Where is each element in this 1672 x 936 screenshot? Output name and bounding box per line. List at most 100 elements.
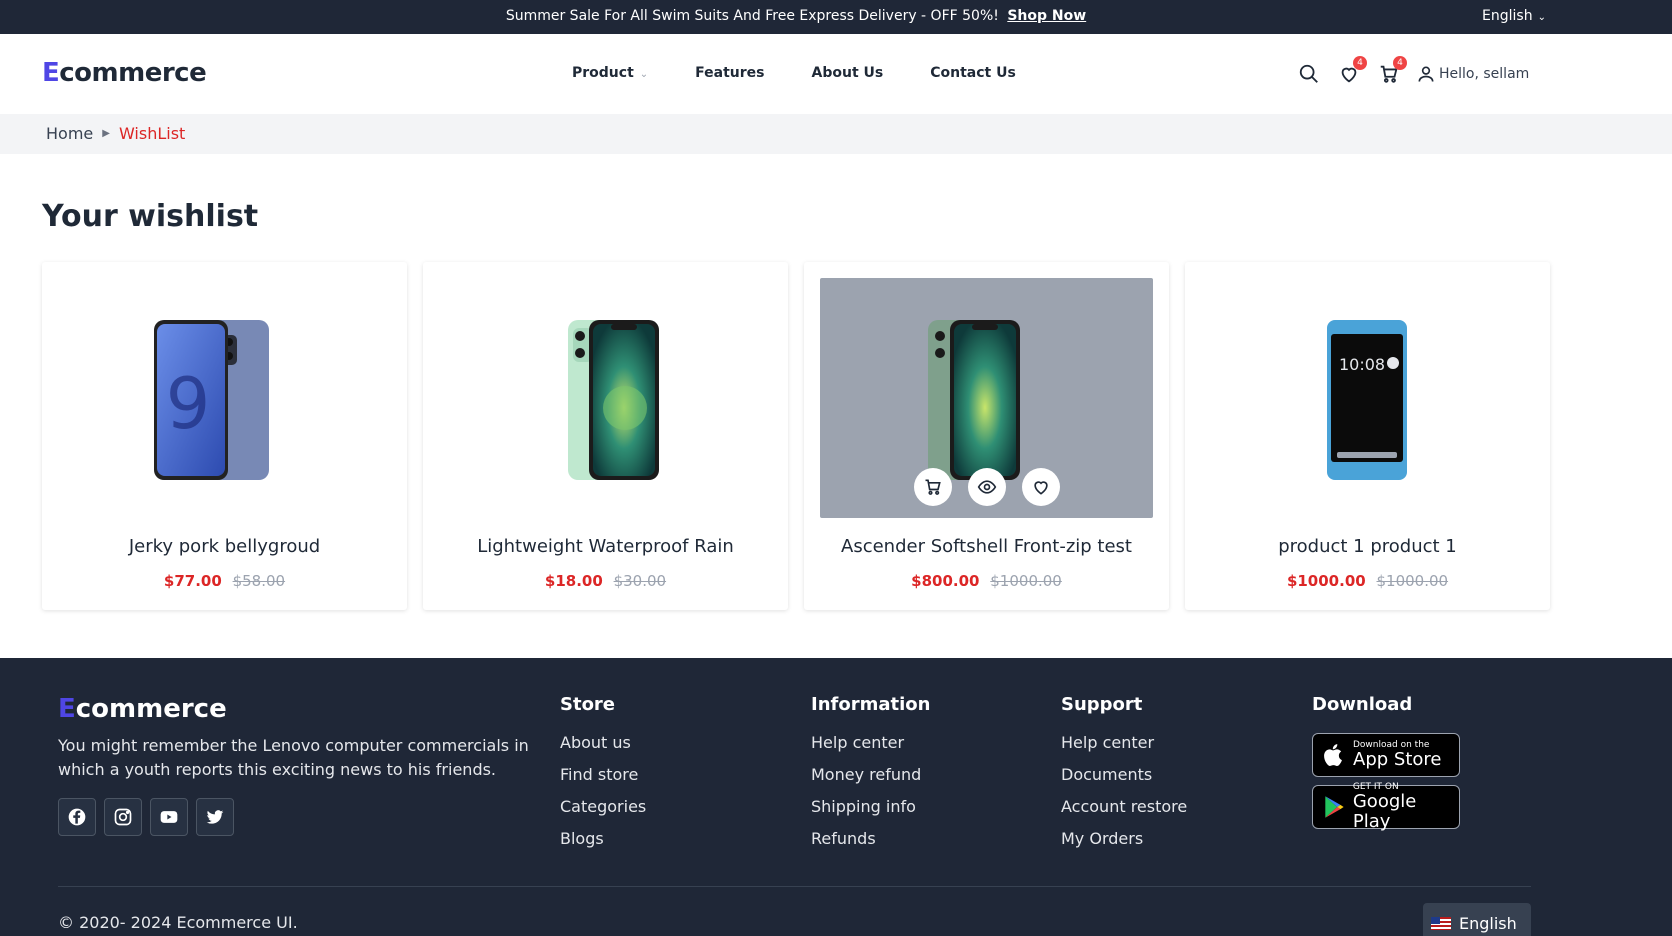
footer-link[interactable]: Shipping info xyxy=(811,797,930,819)
search-button[interactable] xyxy=(1296,60,1324,88)
nav-label: Features xyxy=(695,65,765,81)
nav-item-about[interactable]: About Us xyxy=(812,65,884,81)
footer-link[interactable]: Money refund xyxy=(811,765,930,787)
footer-column-download: Download Download on the App Store GET I… xyxy=(1312,694,1460,837)
product-name[interactable]: product 1 product 1 xyxy=(1185,536,1550,557)
wishlist-count-badge: 4 xyxy=(1353,56,1367,70)
product-price: $18.00 $30.00 xyxy=(423,572,788,590)
nav-label: Product xyxy=(572,65,634,81)
breadcrumb-home[interactable]: Home xyxy=(46,124,93,143)
footer-logo[interactable]: Ecommerce xyxy=(58,694,227,724)
instagram-icon xyxy=(114,808,132,826)
search-icon xyxy=(1299,64,1318,83)
nav-label: Contact Us xyxy=(930,65,1016,81)
apple-icon xyxy=(1324,744,1342,766)
footer-link[interactable]: Documents xyxy=(1061,765,1187,787)
samsung-phone-image: 9 xyxy=(154,320,269,480)
product-image[interactable] xyxy=(439,278,772,518)
logo-initial: E xyxy=(58,694,76,724)
remove-wishlist-button[interactable] xyxy=(1021,468,1060,506)
us-flag-icon xyxy=(1431,916,1451,930)
nav-item-contact[interactable]: Contact Us xyxy=(930,65,1016,81)
main-nav: Product ⌄ Features About Us Contact Us xyxy=(572,65,1063,81)
footer-column-store: Store About us Find store Categories Blo… xyxy=(560,694,646,861)
twitter-icon xyxy=(206,810,224,824)
svg-text:9: 9 xyxy=(166,363,211,445)
copyright: © 2020- 2024 Ecommerce UI. xyxy=(58,913,298,932)
product-image[interactable]: 10:08 xyxy=(1201,278,1534,518)
wishlist-button[interactable]: 4 xyxy=(1336,56,1367,88)
facebook-icon xyxy=(68,808,86,826)
page-title: Your wishlist xyxy=(42,199,259,234)
header-actions: 4 4 Hello, sellam xyxy=(1296,56,1529,88)
footer-link[interactable]: Find store xyxy=(560,765,646,787)
logo[interactable]: Ecommerce xyxy=(42,58,207,88)
old-price: $1000.00 xyxy=(990,572,1062,590)
footer-language-select[interactable]: English xyxy=(1423,903,1531,936)
product-card[interactable]: 10:08 product 1 product 1 $1000.00 $1000… xyxy=(1185,262,1550,610)
footer-column-support: Support Help center Documents Account re… xyxy=(1061,694,1187,861)
promo-text-wrap: Summer Sale For All Swim Suits And Free … xyxy=(0,8,1592,24)
google-play-big: Google Play xyxy=(1352,791,1417,832)
facebook-link[interactable] xyxy=(58,798,96,836)
old-price: $1000.00 xyxy=(1376,572,1449,590)
shop-now-link[interactable]: Shop Now xyxy=(1007,8,1086,24)
product-price: $77.00 $58.00 xyxy=(42,572,407,590)
product-image[interactable] xyxy=(820,278,1153,518)
product-name[interactable]: Ascender Softshell Front-zip test xyxy=(804,536,1169,557)
product-name[interactable]: Jerky pork bellygroud xyxy=(42,536,407,557)
product-card[interactable]: Ascender Softshell Front-zip test $800.0… xyxy=(804,262,1169,610)
footer-language-label: English xyxy=(1459,913,1517,933)
footer-link[interactable]: Account restore xyxy=(1061,797,1187,819)
phone-clock: 10:08 xyxy=(1339,355,1385,374)
logo-text: commerce xyxy=(59,58,207,88)
footer-column-title: Store xyxy=(560,694,616,715)
google-play-button[interactable]: GET IT ON Google Play xyxy=(1312,782,1460,832)
cart-button[interactable]: 4 xyxy=(1376,56,1407,88)
language-select[interactable]: English ⌄ xyxy=(1482,8,1546,24)
current-price: $1000.00 xyxy=(1286,572,1366,590)
breadcrumb-current: WishList xyxy=(118,124,186,143)
footer-link[interactable]: Help center xyxy=(1061,733,1187,755)
breadcrumb: Home ▶ WishList xyxy=(0,114,1672,154)
youtube-link[interactable] xyxy=(150,798,188,836)
footer-link[interactable]: Categories xyxy=(560,797,646,819)
logo-initial: E xyxy=(42,58,60,88)
current-price: $77.00 xyxy=(163,572,222,590)
current-price: $18.00 xyxy=(544,572,603,590)
promo-text: Summer Sale For All Swim Suits And Free … xyxy=(505,8,999,24)
footer-column-title: Download xyxy=(1312,694,1413,715)
logo-text: commerce xyxy=(75,694,227,724)
product-card[interactable]: 9 Jerky pork bellygroud $77.00 $58.00 xyxy=(42,262,407,610)
app-store-button[interactable]: Download on the App Store xyxy=(1312,733,1460,777)
footer-link[interactable]: Refunds xyxy=(811,829,930,851)
footer-description: You might remember the Lenovo computer c… xyxy=(58,736,529,779)
social-links xyxy=(58,798,242,836)
footer-divider xyxy=(58,886,1531,887)
footer-link[interactable]: Blogs xyxy=(560,829,646,851)
twitter-link[interactable] xyxy=(196,798,234,836)
old-price: $30.00 xyxy=(613,572,667,590)
add-to-cart-button[interactable] xyxy=(913,468,952,506)
user-menu[interactable]: Hello, sellam xyxy=(1416,64,1529,84)
nav-label: About Us xyxy=(811,65,884,81)
user-icon xyxy=(1418,66,1434,82)
heart-icon xyxy=(1033,481,1048,495)
footer-column-information: Information Help center Money refund Shi… xyxy=(811,694,930,861)
product-name[interactable]: Lightweight Waterproof Rain xyxy=(423,536,788,557)
site-footer: Ecommerce You might remember the Lenovo … xyxy=(0,658,1672,936)
nav-item-features[interactable]: Features xyxy=(695,65,764,81)
user-greeting: Hello, sellam xyxy=(1439,66,1530,82)
instagram-link[interactable] xyxy=(104,798,142,836)
footer-link[interactable]: My Orders xyxy=(1061,829,1187,851)
product-price: $1000.00 $1000.00 xyxy=(1185,572,1550,590)
quick-view-button[interactable] xyxy=(967,468,1006,506)
iphone-image xyxy=(568,320,659,480)
footer-link[interactable]: About us xyxy=(560,733,646,755)
nav-item-product[interactable]: Product ⌄ xyxy=(572,65,648,81)
product-card[interactable]: Lightweight Waterproof Rain $18.00 $30.0… xyxy=(423,262,788,610)
old-price: $58.00 xyxy=(232,572,286,590)
current-price: $800.00 xyxy=(911,572,980,590)
product-image[interactable]: 9 xyxy=(58,278,391,518)
footer-link[interactable]: Help center xyxy=(811,733,930,755)
